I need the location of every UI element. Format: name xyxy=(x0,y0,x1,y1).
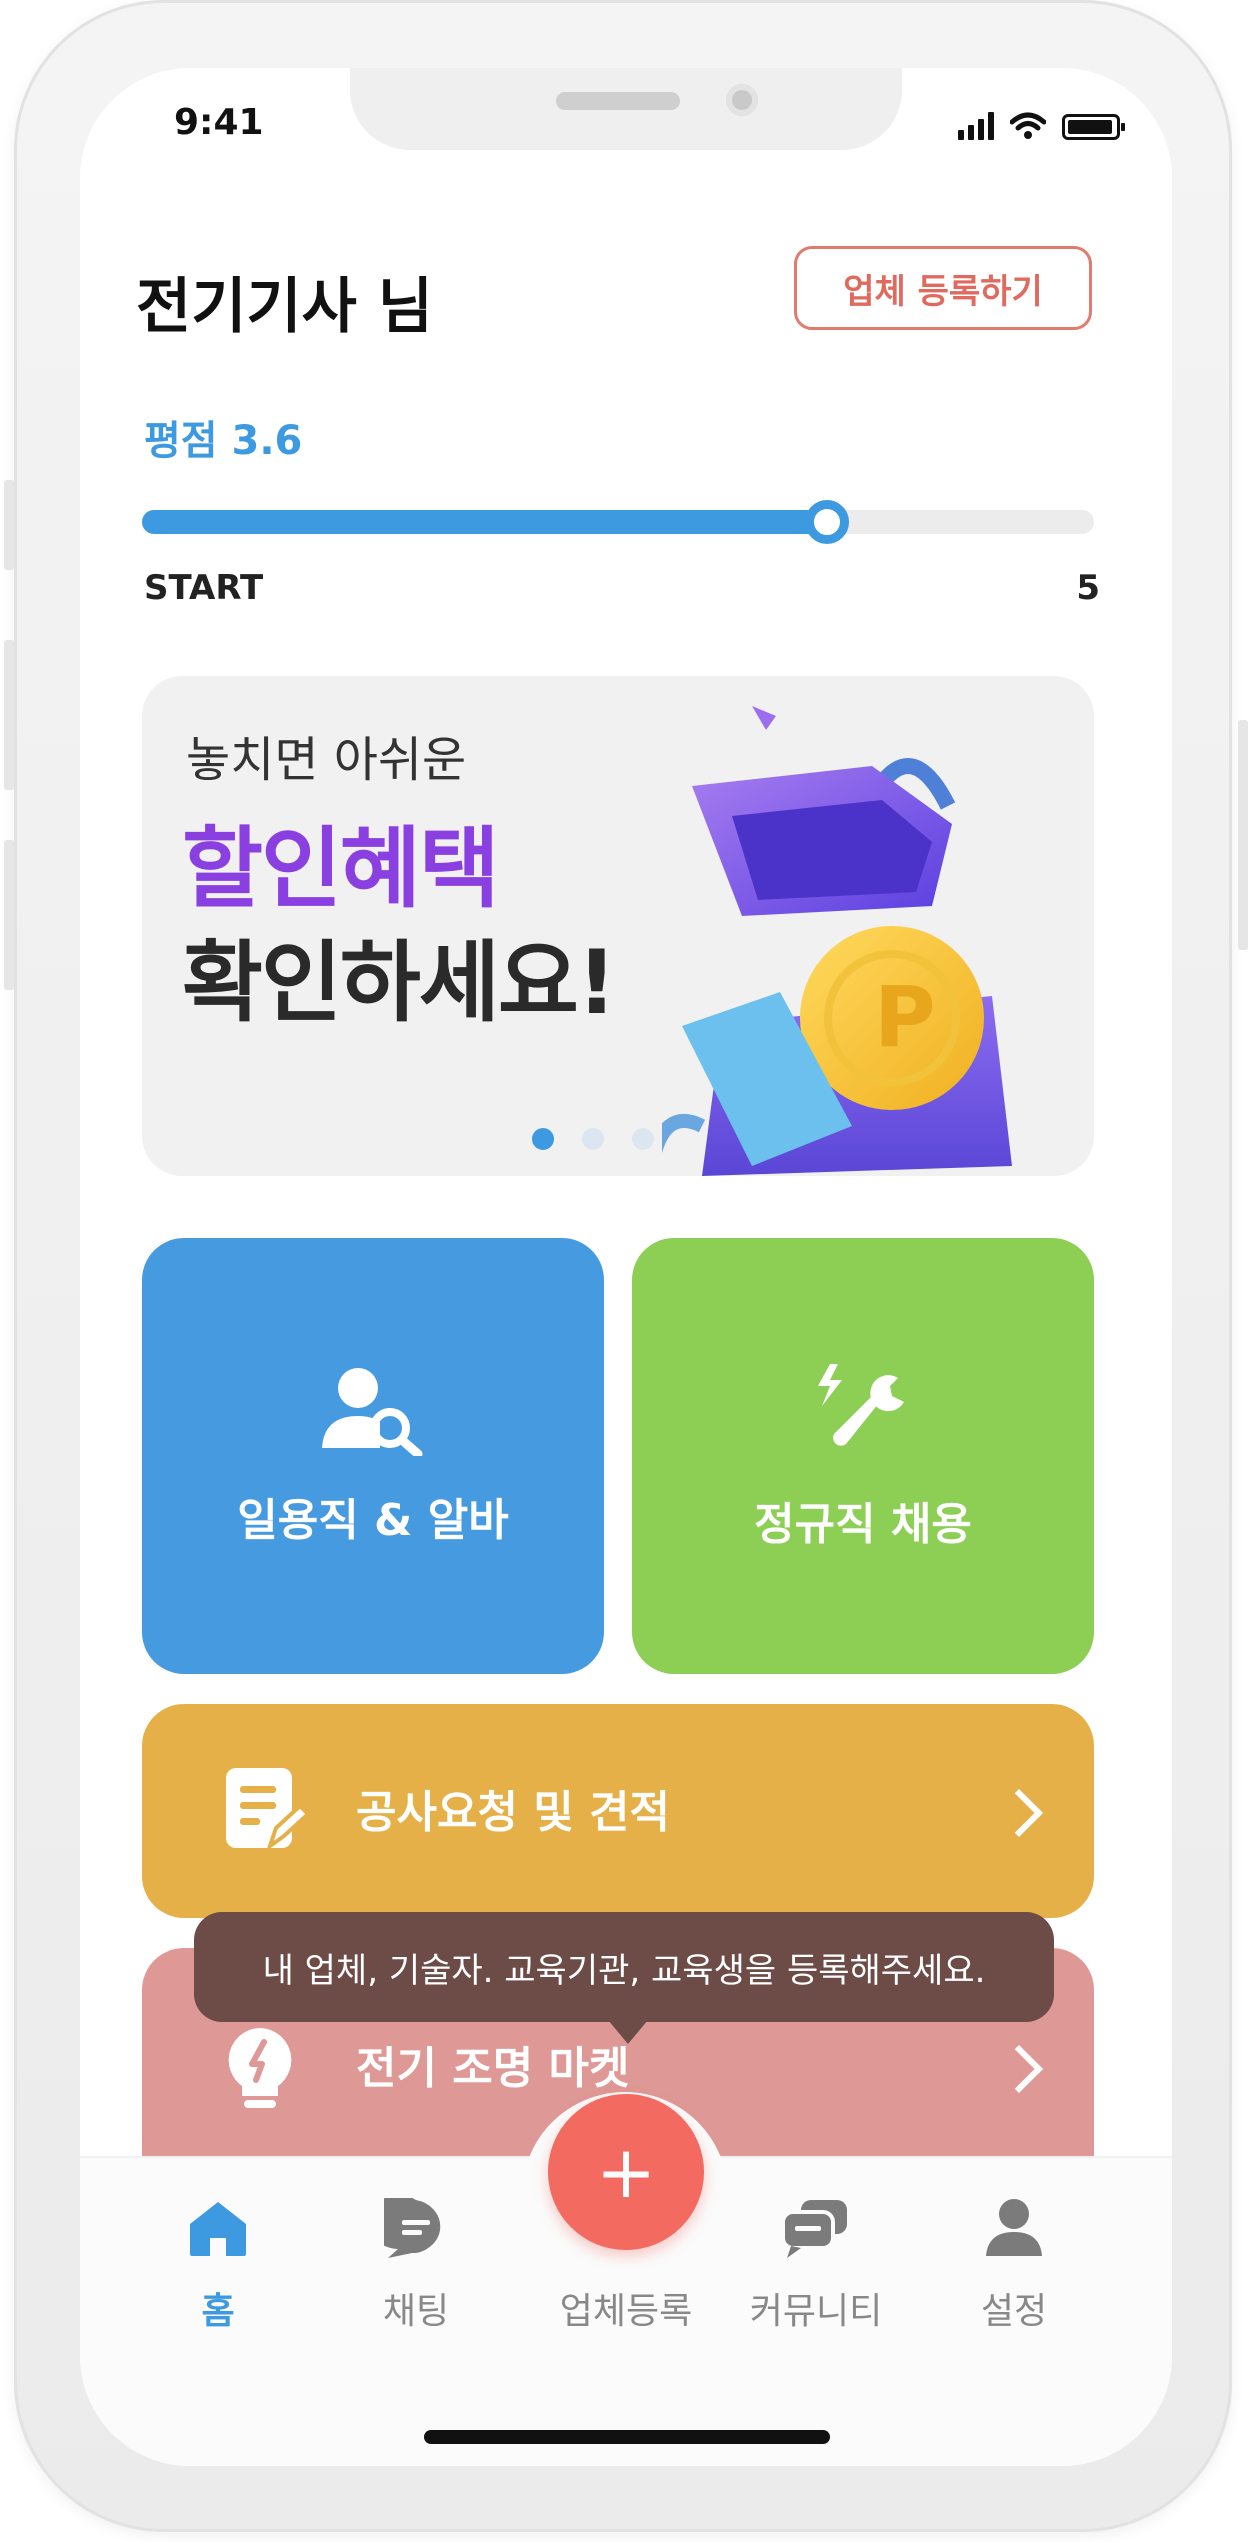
chevron-right-icon xyxy=(994,1788,1044,1838)
status-icons xyxy=(958,108,1125,140)
row-construction-request-label: 공사요청 및 견적 xyxy=(356,1787,670,1838)
tab-register[interactable]: 업체등록 xyxy=(536,2198,716,2334)
rating-max-label: 5 xyxy=(1076,568,1100,608)
rating-slider[interactable] xyxy=(142,500,1094,544)
banner-dot[interactable] xyxy=(582,1128,604,1150)
tab-community-label: 커뮤니티 xyxy=(749,2291,883,2332)
banner-title-line1: 할인혜택 xyxy=(182,817,500,920)
promo-banner[interactable]: 놓치면 아쉬운 할인혜택 확인하세요! P xyxy=(142,676,1094,1176)
tab-chat-label: 채팅 xyxy=(382,2291,450,2332)
banner-dot[interactable] xyxy=(632,1128,654,1150)
tab-home[interactable]: 홈 xyxy=(128,2198,308,2334)
phone-screen: 9:41 전기기사 님 업체 등록하기 평점 3.6 START 5 놓치면 아… xyxy=(80,68,1172,2466)
status-time: 9:41 xyxy=(174,102,264,143)
svg-text:P: P xyxy=(874,968,936,1066)
tab-home-label: 홈 xyxy=(201,2291,235,2332)
person-search-icon xyxy=(322,1368,423,1456)
gift-box-illustration: P xyxy=(662,706,1012,1176)
lightbulb-icon xyxy=(228,2028,292,2108)
page-title: 전기기사 님 xyxy=(136,272,433,342)
tab-chat[interactable]: 채팅 xyxy=(326,2198,506,2334)
banner-dot[interactable] xyxy=(532,1128,554,1150)
speaker xyxy=(556,92,680,110)
chat-icon xyxy=(384,2198,441,2258)
home-indicator xyxy=(424,2430,830,2444)
rating-fill xyxy=(142,510,828,534)
front-camera xyxy=(726,84,758,116)
tab-community[interactable]: 커뮤니티 xyxy=(726,2198,906,2334)
wifi-icon xyxy=(1010,112,1046,139)
banner-title-line2: 확인하세요! xyxy=(182,931,617,1034)
tab-register-label: 업체등록 xyxy=(559,2291,693,2332)
side-button xyxy=(4,840,14,990)
community-icon xyxy=(781,2200,847,2258)
side-button xyxy=(4,480,14,570)
chevron-right-icon xyxy=(994,2044,1044,2094)
banner-subtitle: 놓치면 아쉬운 xyxy=(186,732,467,788)
banner-pagination[interactable] xyxy=(532,1128,654,1150)
rating-min-label: START xyxy=(144,568,264,608)
register-company-button[interactable]: 업체 등록하기 xyxy=(794,246,1092,330)
tile-fulltime-hiring[interactable]: 정규직 채용 xyxy=(632,1238,1094,1674)
tile-daily-jobs-label: 일용직 & 알바 xyxy=(237,1495,509,1546)
tab-settings[interactable]: 설정 xyxy=(924,2198,1104,2334)
document-edit-icon xyxy=(226,1768,306,1852)
row-lighting-market-label: 전기 조명 마켓 xyxy=(356,2043,630,2094)
rating-thumb[interactable] xyxy=(805,500,850,544)
person-icon xyxy=(986,2199,1042,2256)
rating-label: 평점 3.6 xyxy=(144,418,303,464)
home-icon xyxy=(190,2202,246,2256)
side-button xyxy=(1238,720,1248,950)
signal-icon xyxy=(958,112,994,140)
register-tooltip: 내 업체, 기술자. 교육기관, 교육생을 등록해주세요. xyxy=(194,1912,1054,2044)
tile-fulltime-hiring-label: 정규직 채용 xyxy=(754,1499,972,1550)
side-button xyxy=(4,640,14,790)
tab-settings-label: 설정 xyxy=(980,2291,1048,2332)
tile-daily-jobs[interactable]: 일용직 & 알바 xyxy=(142,1238,604,1674)
wrench-bolt-icon xyxy=(818,1364,904,1446)
battery-icon xyxy=(1062,114,1125,140)
row-construction-request[interactable]: 공사요청 및 견적 xyxy=(142,1704,1094,1918)
